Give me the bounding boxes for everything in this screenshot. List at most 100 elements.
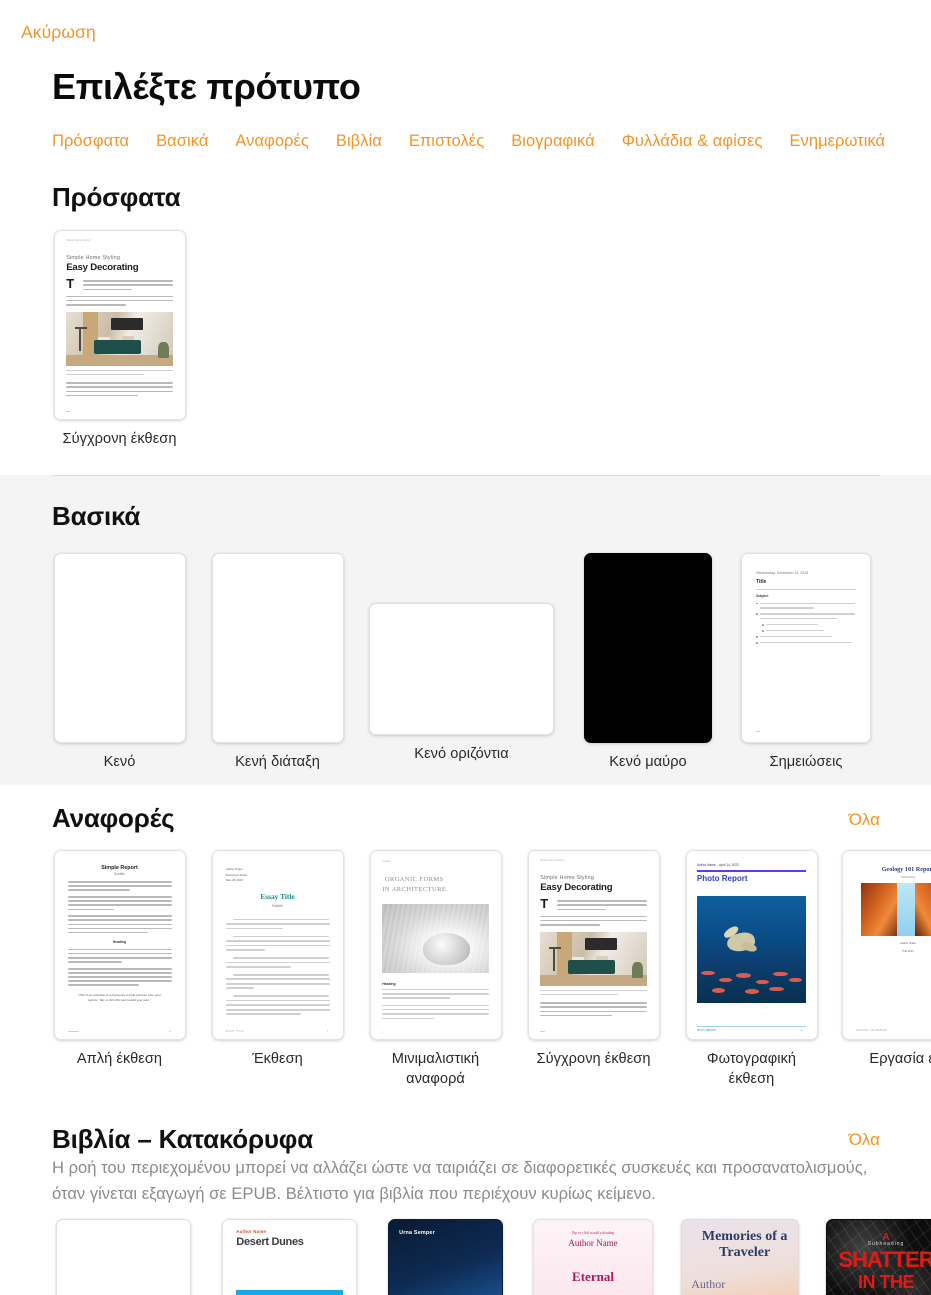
template-thumbnail[interactable]: [53, 553, 186, 743]
template-card-modern-report[interactable]: Simple Home Styling Simple Home Styling …: [526, 850, 661, 1069]
doc-preview-photo-report: Author Name – April 14, 2022 Photo Repor…: [686, 851, 817, 1039]
doc-author: Author Name: [236, 1229, 267, 1235]
doc-preview-eternal: Tap or click to add a heading Author Nam…: [534, 1220, 652, 1295]
cancel-button[interactable]: Ακύρωση: [21, 22, 96, 43]
template-thumbnail[interactable]: Author Name Desert Dunes: [222, 1219, 357, 1295]
page-title: Επιλέξτε πρότυπο: [52, 66, 361, 107]
doc-title: Urna Semper: [399, 1230, 435, 1237]
doc-preview-notes: Wednesday, December 13, 2018 Title Subje…: [742, 554, 870, 742]
doc-title-line2: IN ARCHITECTURE: [382, 885, 447, 893]
doc-preview-easy-decorating: Simple Home Styling Simple Home Styling …: [54, 231, 185, 419]
doc-footer-right: 1: [326, 1029, 329, 1033]
section-basics: Βασικά Κενό Κενή διάταξη Κενό οριζόντια …: [0, 475, 931, 785]
template-card-essay[interactable]: Author Name Instructor's Name June 28, 2…: [210, 850, 345, 1069]
book-card-blank[interactable]: [56, 1219, 191, 1295]
doc-pullquote: "This is an example of a pull quote to h…: [77, 992, 162, 1002]
tab-letters[interactable]: Επιστολές: [409, 132, 484, 151]
tab-recents[interactable]: Πρόσφατα: [52, 132, 129, 151]
doc-title-line3: IN THE: [857, 1271, 915, 1292]
doc-preview-geology: Geology 101 Report Subheading Author Nam…: [843, 851, 931, 1039]
tab-reports[interactable]: Αναφορές: [235, 132, 308, 151]
tab-newsletters[interactable]: Ενημερωτικά: [790, 132, 886, 151]
see-all-reports-link[interactable]: Όλα: [849, 810, 880, 830]
section-description-books: Η ροή του περιεχομένου μπορεί να αλλάζει…: [52, 1158, 868, 1203]
doc-date: June 28, 2020: [225, 878, 243, 883]
tab-books[interactable]: Βιβλία: [336, 132, 382, 151]
template-thumbnail[interactable]: Simple Report Subtitle Heading "This is …: [53, 850, 186, 1040]
template-caption: Έκθεση: [252, 1051, 303, 1067]
doc-dropcap: T: [540, 896, 549, 912]
doc-running-head: Header: [382, 860, 391, 864]
doc-footer: 1: [382, 1030, 384, 1034]
template-thumbnail[interactable]: Simple Home Styling Simple Home Styling …: [53, 230, 186, 420]
template-card-blank-landscape[interactable]: Κενό οριζόντια: [368, 603, 555, 764]
doc-footer-left: ESSAY TITLE: [225, 1029, 244, 1033]
template-caption: Σύγχρονη έκθεση: [536, 1051, 651, 1067]
template-caption: Απλή έκθεση: [76, 1051, 163, 1067]
see-all-books-link[interactable]: Όλα: [849, 1130, 880, 1150]
doc-kicker: Simple Home Styling: [66, 254, 121, 261]
book-card-desert-dunes[interactable]: Author Name Desert Dunes: [222, 1219, 357, 1295]
doc-title-line2: SHATTER: [838, 1247, 931, 1273]
template-thumbnail[interactable]: Memories of a Traveler Author: [681, 1219, 799, 1295]
doc-title: Memories of a Traveler: [701, 1229, 788, 1260]
tab-flyers-posters[interactable]: Φυλλάδια & αφίσες: [622, 132, 763, 151]
template-thumbnail[interactable]: [56, 1219, 191, 1295]
template-thumbnail[interactable]: [211, 553, 344, 743]
template-card-photo-report[interactable]: Author Name – April 14, 2022 Photo Repor…: [684, 850, 819, 1089]
book-card-memories[interactable]: Memories of a Traveler Author: [681, 1219, 799, 1295]
template-thumbnail[interactable]: Urna Semper: [388, 1219, 503, 1295]
doc-kicker: Simple Home Styling: [540, 874, 595, 881]
doc-image: [540, 931, 647, 987]
template-card-blank-black[interactable]: Κενό μαύρο: [583, 553, 713, 772]
doc-title: Eternal: [572, 1268, 614, 1284]
template-caption: Κενή διάταξη: [235, 754, 320, 770]
doc-preview-shatter: A Subheading SHATTER IN THE: [827, 1220, 931, 1295]
template-caption: Φωτογραφική έκθεση: [706, 1051, 797, 1087]
doc-instructor: Instructor's Name: [225, 872, 248, 877]
doc-footer: GEOLOGY 101 REPORT: [856, 1029, 888, 1032]
template-thumbnail[interactable]: [584, 553, 712, 743]
template-thumbnail[interactable]: Geology 101 Report Subheading Author Nam…: [842, 850, 931, 1040]
doc-term: Fall 2023: [902, 948, 914, 953]
template-card-blank-layout[interactable]: Κενή διάταξη: [210, 553, 345, 772]
template-thumbnail[interactable]: Author Name Instructor's Name June 28, 2…: [211, 850, 344, 1040]
template-thumbnail[interactable]: [369, 603, 554, 735]
template-caption: Μινιμαλιστική αναφορά: [391, 1051, 480, 1087]
template-card-recent-modern-report[interactable]: Simple Home Styling Simple Home Styling …: [52, 230, 187, 449]
template-thumbnail[interactable]: A Subheading SHATTER IN THE: [826, 1219, 931, 1295]
doc-preview-simple-report: Simple Report Subtitle Heading "This is …: [54, 851, 185, 1039]
template-thumbnail[interactable]: Wednesday, December 13, 2018 Title Subje…: [741, 553, 871, 743]
template-thumbnail[interactable]: Header ORGANIC FORMS IN ARCHITECTURE Hea…: [369, 850, 502, 1040]
template-thumbnail[interactable]: Simple Home Styling Simple Home Styling …: [527, 850, 660, 1040]
section-recents: Πρόσφατα Simple Home Styling Simple Home…: [0, 168, 931, 475]
doc-author: Author Name: [225, 866, 243, 871]
template-card-term-paper[interactable]: Geology 101 Report Subheading Author Nam…: [842, 850, 931, 1069]
doc-author: Author Name: [900, 941, 916, 946]
doc-title: ORGANIC FORMS IN ARCHITECTURE: [382, 875, 446, 894]
template-card-simple-report[interactable]: Simple Report Subtitle Heading "This is …: [52, 850, 187, 1069]
template-card-minimal-report[interactable]: Header ORGANIC FORMS IN ARCHITECTURE Hea…: [368, 850, 503, 1089]
template-thumbnail[interactable]: Tap or click to add a heading Author Nam…: [533, 1219, 653, 1295]
doc-title: Easy Decorating: [540, 882, 613, 894]
doc-preview-essay: Author Name Instructor's Name June 28, 2…: [212, 851, 343, 1039]
book-card-eternal[interactable]: Tap or click to add a heading Author Nam…: [533, 1219, 653, 1295]
category-tab-bar[interactable]: Πρόσφατα Βασικά Αναφορές Βιβλία Επιστολέ…: [52, 128, 931, 154]
book-card-shatter[interactable]: A Subheading SHATTER IN THE: [826, 1219, 931, 1295]
tab-resumes[interactable]: Βιογραφικά: [511, 132, 594, 151]
tab-basic[interactable]: Βασικά: [156, 132, 208, 151]
template-card-blank[interactable]: Κενό: [52, 553, 187, 772]
doc-subtitle: Subheading: [900, 874, 916, 879]
template-thumbnail[interactable]: Author Name – April 14, 2022 Photo Repor…: [685, 850, 818, 1040]
doc-subtitle: Subtitle: [271, 903, 284, 908]
section-books: Βιβλία – Κατακόρυφα Όλα Η ροή του περιεχ…: [0, 1110, 931, 1295]
doc-preview-easy-decorating: Simple Home Styling Simple Home Styling …: [528, 851, 659, 1039]
book-card-urna-semper[interactable]: Urna Semper: [388, 1219, 503, 1295]
doc-preview-organic-forms: Header ORGANIC FORMS IN ARCHITECTURE Hea…: [370, 851, 501, 1039]
doc-author: Author: [691, 1276, 726, 1291]
doc-title-line1: ORGANIC FORMS: [384, 876, 444, 884]
template-card-notes[interactable]: Wednesday, December 13, 2018 Title Subje…: [740, 553, 872, 772]
doc-heading: Heading: [382, 981, 396, 986]
doc-title: Geology 101 Report: [881, 866, 931, 874]
doc-dropcap: T: [66, 276, 75, 292]
